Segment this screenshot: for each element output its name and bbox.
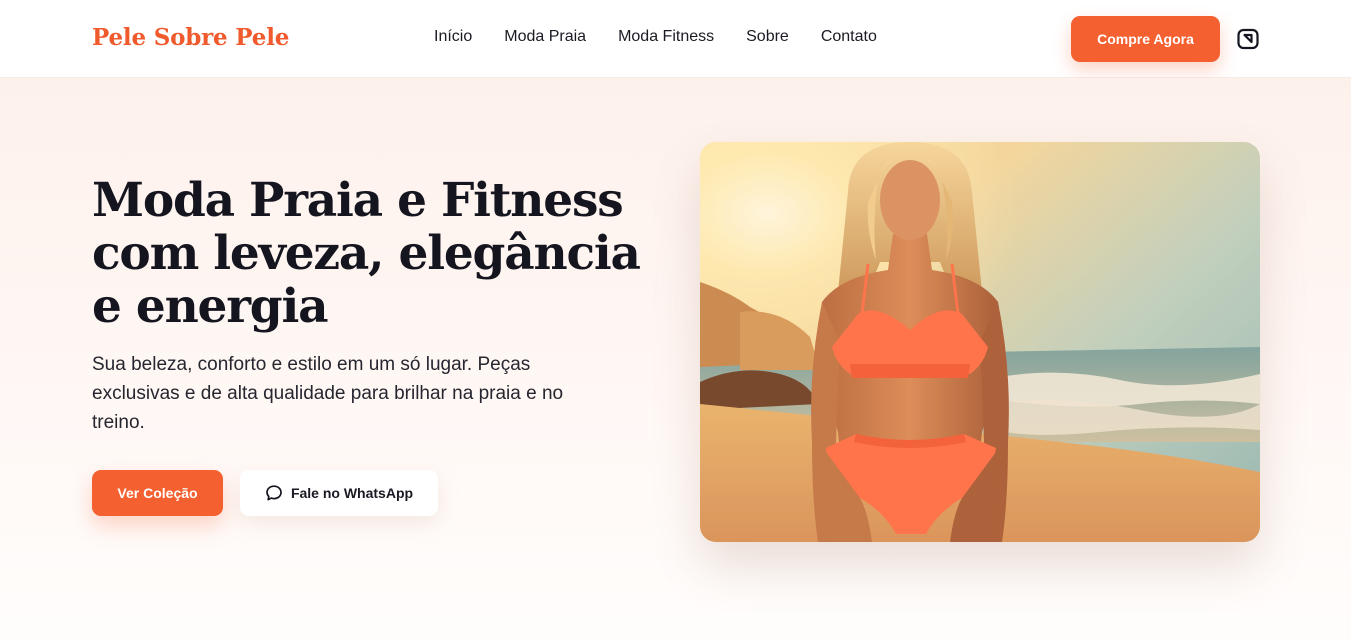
whatsapp-button-label: Fale no WhatsApp <box>290 485 414 501</box>
chat-bubble-icon <box>266 485 282 501</box>
beach-photo <box>700 142 1260 542</box>
nav-link-moda-praia[interactable]: Moda Praia <box>504 28 586 46</box>
buy-now-button[interactable]: Compre Agora <box>1071 16 1220 62</box>
main-navigation: Início Moda Praia Moda Fitness Sobre Con… <box>434 28 877 46</box>
hero-section: Moda Praia e Fitness com leveza, elegânc… <box>0 78 1351 640</box>
hero-subtitle: Sua beleza, conforto e estilo em um só l… <box>92 354 564 433</box>
whatsapp-button[interactable]: Fale no WhatsApp <box>240 470 438 516</box>
shopping-bag-icon[interactable] <box>1236 27 1260 51</box>
navbar: Pele Sobre Pele Início Moda Praia Moda F… <box>0 0 1351 78</box>
nav-link-inicio[interactable]: Início <box>434 28 472 46</box>
view-collection-button[interactable]: Ver Coleção <box>92 470 223 516</box>
nav-link-contato[interactable]: Contato <box>821 28 877 46</box>
nav-link-sobre[interactable]: Sobre <box>746 28 789 46</box>
brand-logo[interactable]: Pele Sobre Pele <box>92 24 289 51</box>
hero-image <box>700 142 1260 542</box>
nav-link-moda-fitness[interactable]: Moda Fitness <box>618 28 714 46</box>
hero-title: Moda Praia e Fitness com leveza, elegânc… <box>92 173 641 334</box>
